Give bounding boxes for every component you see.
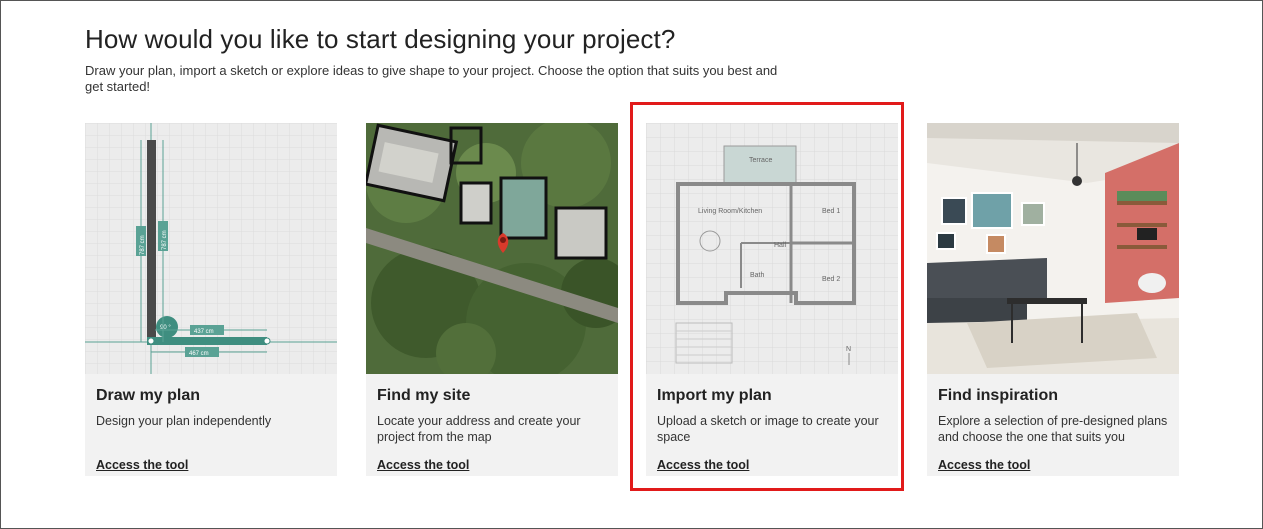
card-description: Explore a selection of pre-designed plan…: [938, 414, 1168, 444]
room-bath: Bath: [750, 272, 765, 279]
room-terrace: Terrace: [749, 157, 772, 164]
card-find-my-site[interactable]: Find my site Locate your address and cre…: [366, 123, 618, 476]
access-tool-link[interactable]: Access the tool: [657, 458, 749, 472]
living-room-photo: [927, 123, 1179, 374]
card-description: Design your plan independently: [96, 414, 272, 428]
access-tool-link[interactable]: Access the tool: [377, 458, 469, 472]
page-title: How would you like to start designing yo…: [85, 24, 676, 54]
access-tool-link[interactable]: Access the tool: [96, 458, 188, 472]
access-tool-link[interactable]: Access the tool: [938, 458, 1030, 472]
dim-vertical-2: 787 cm: [162, 230, 168, 250]
floor-plan-illustration: Terrace Living Room/Kitchen Bed 1 Bed 2 …: [646, 123, 898, 374]
dim-h2: 467 cm: [189, 351, 209, 357]
card-title: Find inspiration: [938, 387, 1058, 404]
card-import-my-plan[interactable]: Terrace Living Room/Kitchen Bed 1 Bed 2 …: [646, 123, 898, 476]
card-description: Locate your address and create your proj…: [377, 414, 581, 444]
card-title: Draw my plan: [96, 387, 201, 404]
page-subtitle: Draw your plan, import a sketch or explo…: [85, 63, 778, 94]
dim-h1: 437 cm: [194, 329, 214, 335]
card-description: Upload a sketch or image to create your …: [657, 414, 879, 444]
card-title: Import my plan: [657, 387, 772, 404]
draw-plan-illustration: 90 ° 787 cm 787 cm 437 cm 467 cm: [85, 123, 337, 374]
room-bed2: Bed 2: [822, 276, 840, 283]
card-title: Find my site: [377, 387, 471, 404]
card-draw-my-plan[interactable]: 90 ° 787 cm 787 cm 437 cm 467 cm Draw my…: [85, 123, 337, 476]
room-hall: Hall: [774, 242, 787, 249]
room-living: Living Room/Kitchen: [698, 208, 762, 215]
satellite-map-illustration: [366, 123, 618, 374]
card-find-inspiration[interactable]: Find inspiration Explore a selection of …: [927, 123, 1179, 476]
room-bed1: Bed 1: [822, 208, 840, 215]
dim-vertical-1: 787 cm: [140, 235, 146, 255]
north-label: N: [846, 346, 851, 353]
